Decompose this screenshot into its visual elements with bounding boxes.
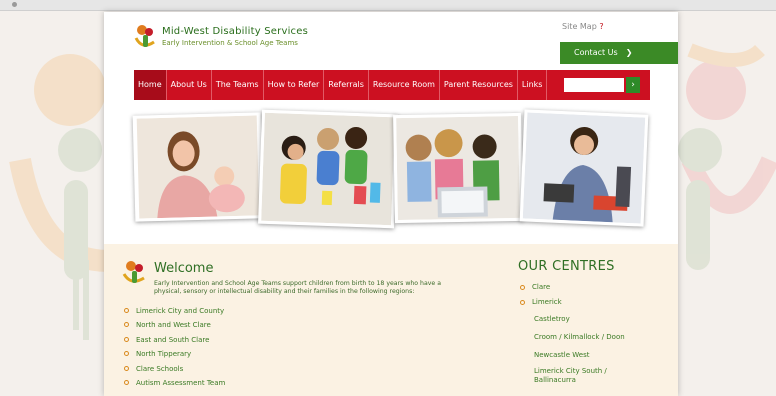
- nav-item-home[interactable]: Home: [134, 70, 167, 100]
- contact-us-label: Contact Us: [574, 48, 618, 57]
- centres-list: Clare Limerick Castletroy Croom / Kilmal…: [520, 280, 630, 388]
- nav-item-referrals[interactable]: Referrals: [324, 70, 369, 100]
- our-centres-heading: OUR CENTRES: [518, 259, 615, 274]
- hero-photo-children-laptop: [393, 112, 523, 224]
- region-link[interactable]: Limerick City and County: [124, 304, 225, 318]
- region-link[interactable]: North and West Clare: [124, 318, 225, 332]
- mother-baby-image: [136, 115, 260, 219]
- centre-link[interactable]: Croom / Kilmallock / Doon: [520, 328, 630, 346]
- search-input[interactable]: [564, 78, 624, 92]
- logo-figure-icon: [134, 25, 155, 47]
- site-map-accent: ?: [599, 22, 604, 31]
- welcome-heading: Welcome: [154, 261, 214, 276]
- centre-link[interactable]: Limerick City South / Ballinacurra: [520, 364, 630, 388]
- site-map-link[interactable]: Site Map ?: [562, 22, 604, 31]
- region-link[interactable]: East and South Clare: [124, 333, 225, 347]
- children-laptop-image: [396, 115, 520, 221]
- nav-item-links[interactable]: Links: [518, 70, 548, 100]
- hero-photo-children-painting: [258, 109, 398, 229]
- nav-item-parent-resources[interactable]: Parent Resources: [440, 70, 518, 100]
- nav-item-resource-room[interactable]: Resource Room: [369, 70, 440, 100]
- region-link[interactable]: Autism Assessment Team: [124, 376, 225, 390]
- region-link[interactable]: Clare Schools: [124, 362, 225, 376]
- page-container: Mid-West Disability Services Early Inter…: [104, 12, 678, 396]
- nav-item-how-to-refer[interactable]: How to Refer: [264, 70, 325, 100]
- welcome-intro-text: Early Intervention and School Age Teams …: [154, 280, 441, 295]
- main-navigation: Home About Us The Teams How to Refer Ref…: [134, 70, 650, 100]
- hero-photo-mother-baby: [132, 112, 264, 222]
- centre-link-clare[interactable]: Clare: [520, 280, 630, 295]
- region-links: Limerick City and County North and West …: [124, 304, 225, 390]
- nav-item-about-us[interactable]: About Us: [167, 70, 212, 100]
- centre-link[interactable]: Newcastle West: [520, 346, 630, 364]
- contact-us-button[interactable]: Contact Us ❯: [560, 42, 678, 64]
- nav-item-the-teams[interactable]: The Teams: [212, 70, 264, 100]
- logo-subtitle: Early Intervention & School Age Teams: [162, 39, 298, 47]
- children-painting-image: [261, 112, 395, 226]
- welcome-figure-icon: [122, 261, 145, 283]
- site-map-label: Site Map: [562, 22, 597, 31]
- hero-photo-boy-playing: [519, 109, 649, 227]
- region-link[interactable]: North Tipperary: [124, 347, 225, 361]
- centre-link-limerick[interactable]: Limerick: [520, 295, 630, 310]
- centre-link[interactable]: Castletroy: [520, 310, 630, 328]
- browser-indicator-icon: [12, 2, 17, 7]
- search-go-button[interactable]: ›: [626, 77, 640, 93]
- chevron-right-icon: ❯: [625, 48, 633, 57]
- logo-title: Mid-West Disability Services: [162, 26, 309, 37]
- site-logo[interactable]: Mid-West Disability Services Early Inter…: [134, 24, 314, 52]
- boy-playing-image: [522, 112, 646, 224]
